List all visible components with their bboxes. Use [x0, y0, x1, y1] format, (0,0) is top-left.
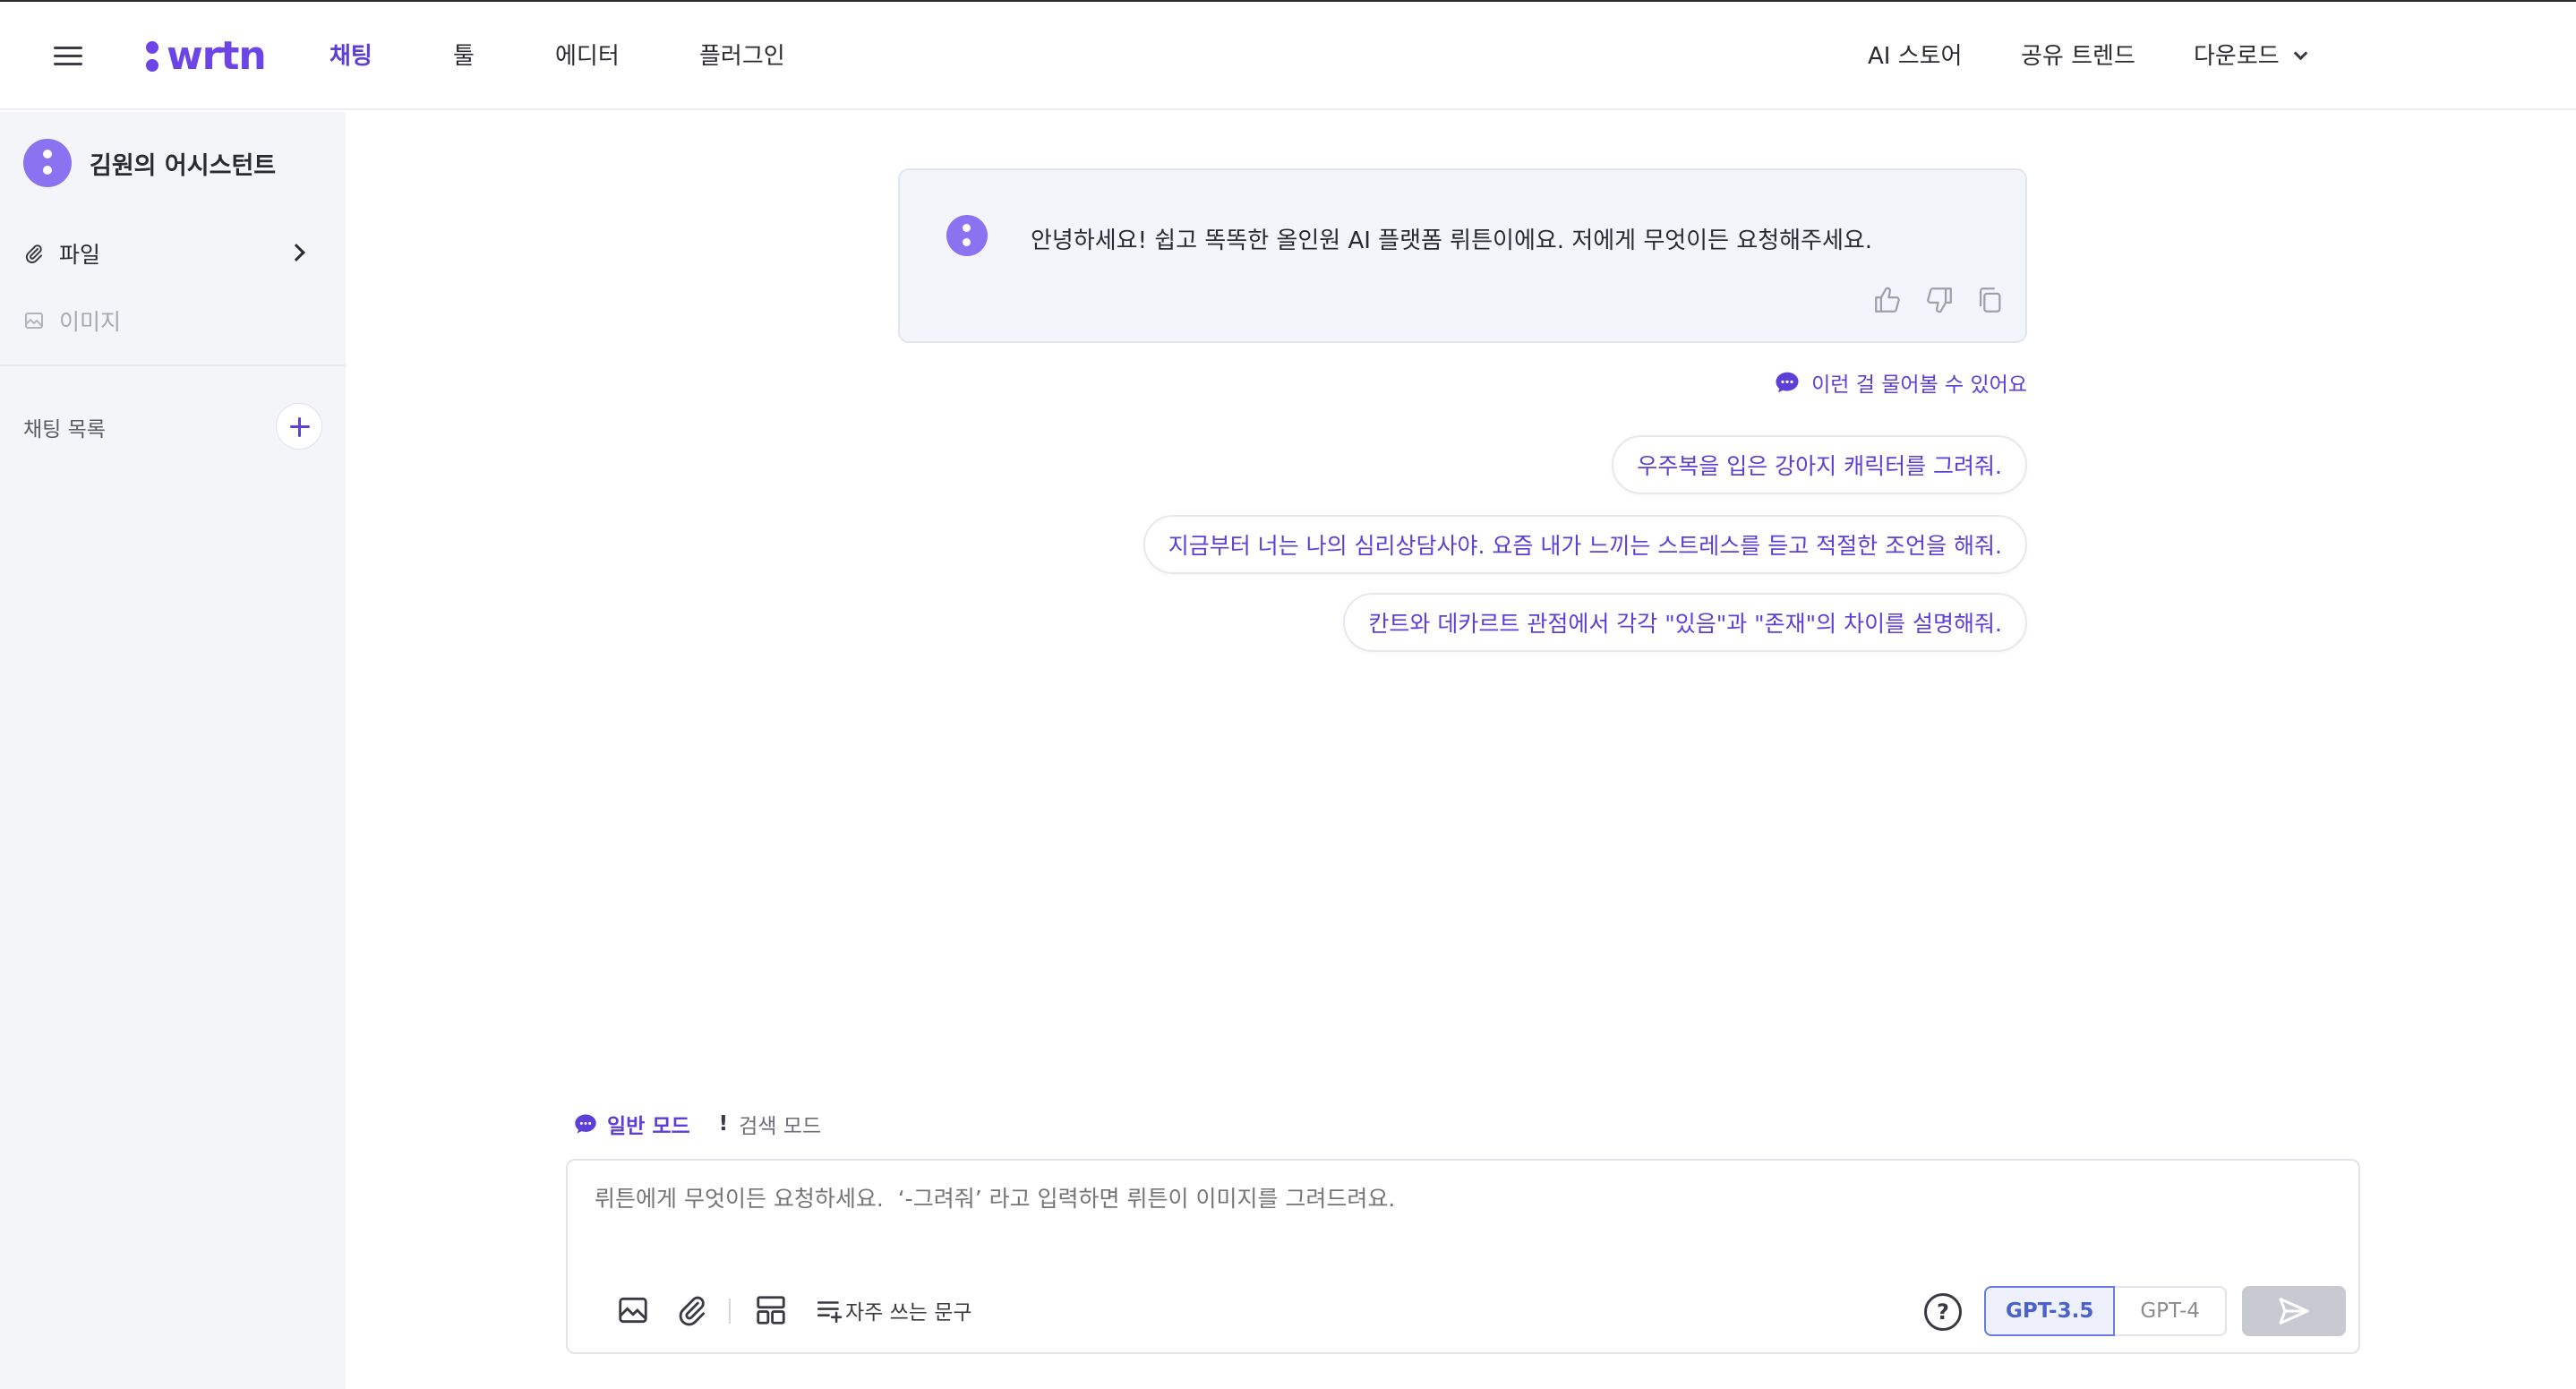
thumbs-up-icon[interactable] [1872, 285, 1903, 315]
nav-plugins[interactable]: 플러그인 [699, 38, 785, 71]
assistant-name: 김원의 어시스턴트 [90, 151, 277, 180]
mode-tabs: 일반 모드 ! 검색 모드 [573, 1109, 821, 1139]
paperclip-icon [25, 244, 42, 263]
sidebar-item-images[interactable]: 이미지 [23, 304, 310, 337]
sidebar-item-label: 이미지 [59, 309, 122, 335]
assistant-avatar [23, 139, 72, 187]
nav-editor[interactable]: 에디터 [555, 38, 620, 71]
nav-shared-trends[interactable]: 공유 트렌드 [2021, 38, 2135, 71]
sidebar: 김원의 어시스턴트 파일 이미지 채팅 목록 [0, 112, 346, 1389]
suggestions-heading: 이런 걸 물어볼 수 있어요 [1774, 367, 2027, 398]
tab-search-mode[interactable]: ! 검색 모드 [719, 1109, 821, 1139]
chat-bubble-icon [1776, 372, 1799, 393]
search-mode-label: 검색 모드 [739, 1115, 822, 1138]
nav-chat[interactable]: 채팅 [329, 38, 372, 71]
help-icon[interactable]: ? [1924, 1293, 1962, 1331]
divider [0, 364, 346, 366]
send-button[interactable] [2242, 1286, 2346, 1336]
new-chat-button[interactable] [276, 403, 322, 450]
nav-ai-store[interactable]: AI 스토어 [1868, 38, 1962, 71]
model-selector: GPT-3.5 GPT-4 [1984, 1286, 2227, 1336]
prompt-input[interactable] [595, 1186, 2296, 1212]
suggestion-chip[interactable]: 지금부터 너는 나의 심리상담사야. 요즘 내가 느끼는 스트레스를 듣고 적절… [1143, 515, 2027, 574]
sidebar-item-files[interactable]: 파일 [23, 237, 310, 270]
model-gpt-4[interactable]: GPT-4 [2115, 1286, 2227, 1336]
image-icon [25, 313, 43, 329]
toolbar-divider [729, 1299, 731, 1324]
nav-tools[interactable]: 툴 [453, 38, 475, 71]
download-label: 다운로드 [2194, 43, 2280, 70]
attach-file-icon[interactable] [675, 1293, 709, 1327]
assistant-profile[interactable]: 김원의 어시스턴트 [23, 139, 276, 187]
thumbs-down-icon[interactable] [1924, 285, 1955, 315]
wrtn-logo[interactable]: wrtn [143, 29, 267, 82]
welcome-text: 안녕하세요! 쉽고 똑똑한 올인원 AI 플랫폼 뤼튼이에요. 저에게 무엇이든… [1031, 227, 1873, 254]
chevron-right-icon [287, 244, 305, 262]
menu-icon[interactable] [52, 43, 86, 68]
message-composer: 자주 쓰는 문구 ? GPT-3.5 GPT-4 [566, 1159, 2360, 1354]
suggestion-chip[interactable]: 우주복을 입은 강아지 캐릭터를 그려줘. [1612, 435, 2027, 494]
model-gpt-3-5[interactable]: GPT-3.5 [1984, 1286, 2116, 1336]
top-navigation-bar: wrtn 채팅 툴 에디터 플러그인 AI 스토어 공유 트렌드 다운로드 [0, 2, 2576, 110]
welcome-message-card: 안녕하세요! 쉽고 똑똑한 올인원 AI 플랫폼 뤼튼이에요. 저에게 무엇이든… [898, 168, 2027, 343]
frequent-phrases-button[interactable]: 자주 쓰는 문구 [815, 1295, 972, 1325]
tab-normal-mode[interactable]: 일반 모드 [573, 1109, 690, 1139]
list-add-icon [817, 1301, 843, 1324]
bot-avatar [946, 215, 988, 256]
chat-list-heading: 채팅 목록 [23, 418, 106, 442]
copy-icon[interactable] [1974, 285, 2005, 315]
logo-mark-icon [143, 36, 161, 75]
nav-download[interactable]: 다운로드 [2194, 38, 2307, 71]
image-upload-icon[interactable] [616, 1293, 650, 1327]
frequent-phrases-label: 자주 쓰는 문구 [845, 1301, 972, 1325]
send-icon [2279, 1298, 2309, 1325]
template-layout-icon[interactable] [754, 1293, 788, 1327]
suggestion-chip[interactable]: 칸트와 데카르트 관점에서 각각 "있음"과 "존재"의 차이를 설명해줘. [1343, 593, 2027, 652]
exclamation-icon: ! [718, 1112, 729, 1136]
sidebar-item-label: 파일 [59, 242, 101, 268]
logo-text: wrtn [167, 32, 267, 79]
chat-bubble-icon [575, 1114, 596, 1134]
chevron-down-icon [2293, 46, 2307, 61]
normal-mode-label: 일반 모드 [607, 1115, 690, 1138]
suggestions-heading-text: 이런 걸 물어볼 수 있어요 [1811, 373, 2027, 397]
